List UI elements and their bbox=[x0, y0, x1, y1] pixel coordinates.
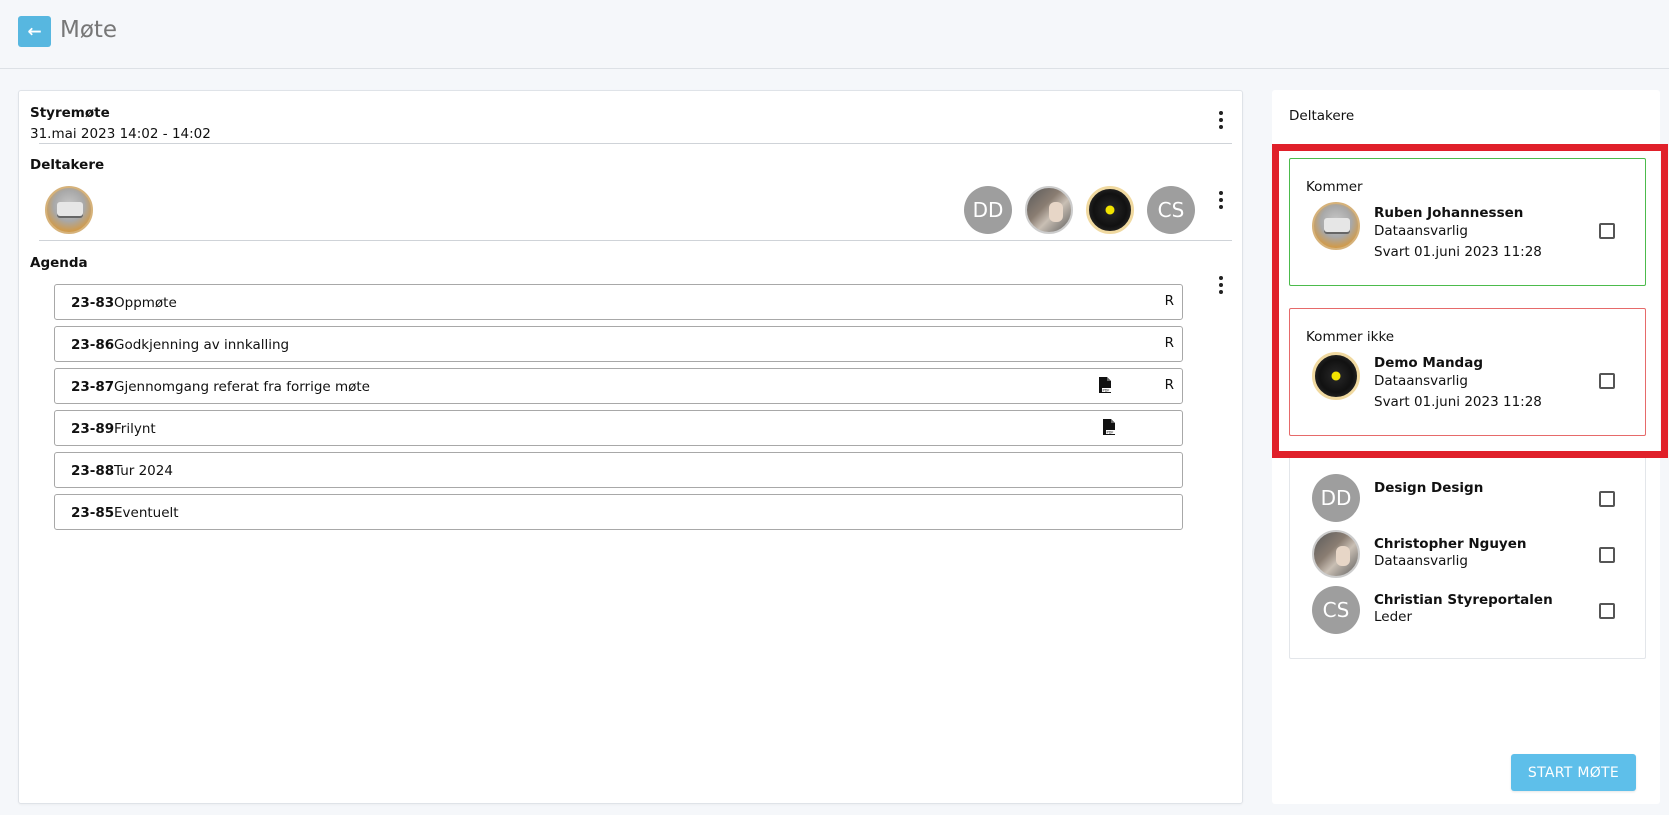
agenda-item[interactable]: 23-85 Eventuelt bbox=[54, 494, 1183, 530]
avatar-cs[interactable]: CS bbox=[1147, 186, 1195, 234]
divider bbox=[39, 143, 1232, 144]
no-response-group: DD Design Design Christopher Nguyen Data… bbox=[1289, 458, 1646, 659]
agenda-item[interactable]: 23-89 Frilynt PDF bbox=[54, 410, 1183, 446]
back-button[interactable]: ← bbox=[18, 16, 51, 47]
page-title: Møte bbox=[60, 17, 118, 43]
participant-avatar bbox=[1312, 530, 1360, 578]
organizer-avatar bbox=[45, 186, 93, 234]
top-bar: ← Møte bbox=[0, 0, 1669, 69]
avatar-photo[interactable] bbox=[1025, 186, 1073, 234]
participant-avatar: CS bbox=[1312, 586, 1360, 634]
agenda-title: Eventuelt bbox=[114, 505, 179, 521]
agenda-number: 23-86 bbox=[71, 337, 115, 353]
agenda-number: 23-85 bbox=[71, 505, 115, 521]
participant-name: Design Design bbox=[1374, 480, 1484, 496]
agenda-r-marker: R bbox=[1164, 377, 1174, 393]
avatar-vinyl[interactable] bbox=[1086, 186, 1134, 234]
agenda-title: Tur 2024 bbox=[114, 463, 173, 479]
svg-text:PDF: PDF bbox=[1103, 389, 1110, 393]
pdf-icon[interactable]: PDF bbox=[1103, 419, 1115, 435]
avatar-dd[interactable]: DD bbox=[964, 186, 1012, 234]
agenda-item[interactable]: 23-86 Godkjenning av innkalling R bbox=[54, 326, 1183, 362]
agenda-number: 23-87 bbox=[71, 379, 115, 395]
participant-checkbox[interactable] bbox=[1599, 603, 1615, 619]
participant-checkbox[interactable] bbox=[1599, 547, 1615, 563]
agenda-title: Gjennomgang referat fra forrige møte bbox=[114, 379, 370, 395]
participants-panel-title: Deltakere bbox=[1289, 108, 1355, 124]
agenda-title: Godkjenning av innkalling bbox=[114, 337, 290, 353]
participant-role: Leder bbox=[1374, 609, 1413, 625]
highlight-frame bbox=[1272, 144, 1668, 458]
participant-avatar: DD bbox=[1312, 474, 1360, 522]
agenda-menu-icon[interactable] bbox=[1211, 274, 1231, 296]
participants-label: Deltakere bbox=[30, 157, 105, 173]
participants-menu-icon[interactable] bbox=[1211, 189, 1231, 211]
participant-name: Christopher Nguyen bbox=[1374, 536, 1527, 552]
agenda-r-marker: R bbox=[1164, 335, 1174, 351]
agenda-item[interactable]: 23-87 Gjennomgang referat fra forrige mø… bbox=[54, 368, 1183, 404]
agenda-r-marker: R bbox=[1164, 293, 1174, 309]
agenda-title: Oppmøte bbox=[114, 295, 177, 311]
agenda-item[interactable]: 23-88 Tur 2024 bbox=[54, 452, 1183, 488]
participant-checkbox[interactable] bbox=[1599, 491, 1615, 507]
agenda-title: Frilynt bbox=[114, 421, 156, 437]
svg-text:PDF: PDF bbox=[1107, 431, 1114, 435]
start-meeting-button[interactable]: START MØTE bbox=[1511, 754, 1636, 791]
meeting-time: 31.mai 2023 14:02 - 14:02 bbox=[30, 126, 211, 142]
participant-role: Dataansvarlig bbox=[1374, 553, 1468, 569]
agenda-item[interactable]: 23-83 Oppmøte R bbox=[54, 284, 1183, 320]
arrow-left-icon: ← bbox=[27, 21, 42, 42]
meeting-menu-icon[interactable] bbox=[1211, 109, 1231, 131]
meeting-panel: Styremøte 31.mai 2023 14:02 - 14:02 Delt… bbox=[18, 90, 1243, 804]
divider bbox=[39, 240, 1232, 241]
participant-name: Christian Styreportalen bbox=[1374, 592, 1553, 608]
agenda-number: 23-88 bbox=[71, 463, 115, 479]
agenda-number: 23-83 bbox=[71, 295, 115, 311]
agenda-label: Agenda bbox=[30, 255, 88, 271]
agenda-number: 23-89 bbox=[71, 421, 115, 437]
meeting-title: Styremøte bbox=[30, 105, 110, 121]
pdf-icon[interactable]: PDF bbox=[1099, 377, 1111, 393]
